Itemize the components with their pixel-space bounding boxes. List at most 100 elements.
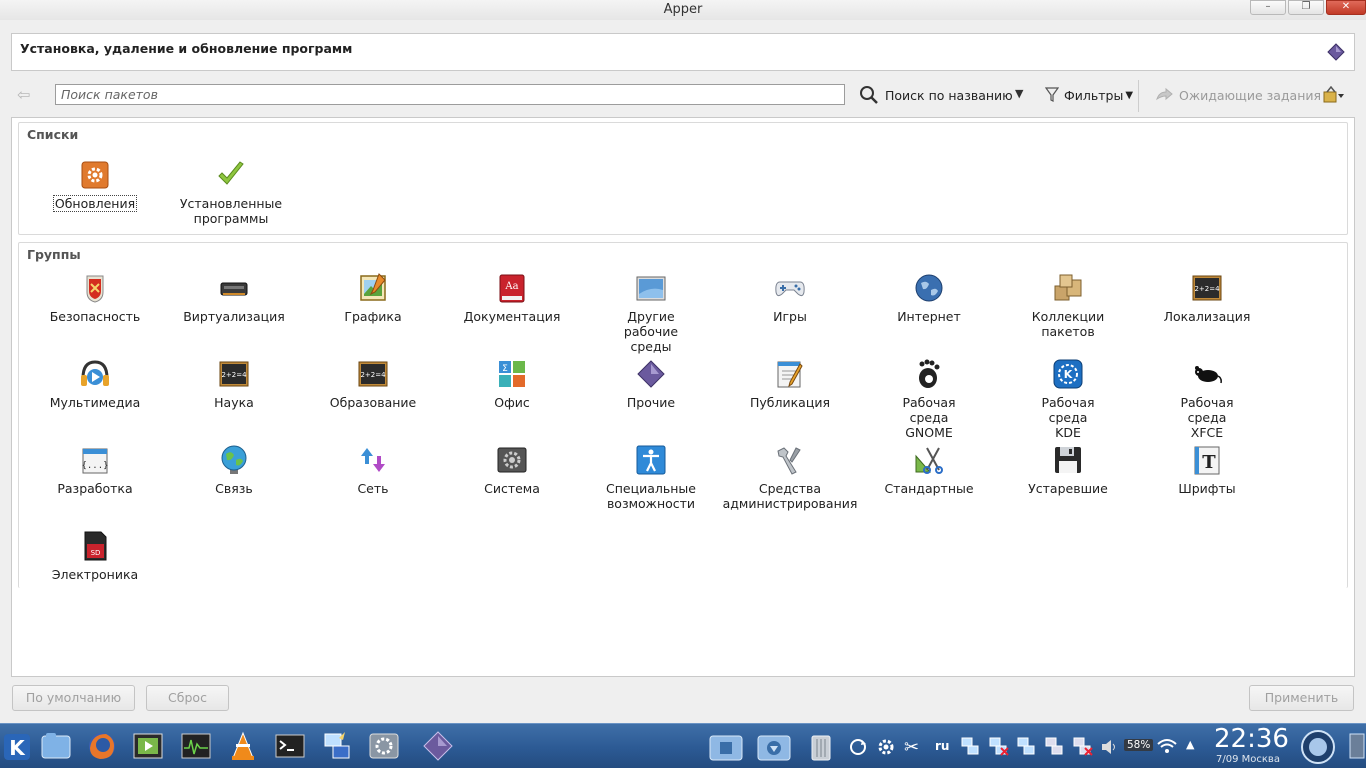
group-item[interactable]: Сеть <box>303 444 443 496</box>
localization-board-icon: 2+2=4 <box>1191 272 1223 304</box>
network-settings-icon[interactable] <box>321 730 353 762</box>
video-player-icon[interactable] <box>132 730 164 762</box>
group-item[interactable]: Рабочая среда GNOME <box>859 358 999 440</box>
apper-icon[interactable] <box>422 730 454 762</box>
group-item[interactable]: Игры <box>720 272 860 324</box>
graphics-icon <box>357 272 389 304</box>
search-by-name-button[interactable]: Поиск по названию <box>859 84 1013 106</box>
group-item[interactable]: Графика <box>303 272 443 324</box>
page-title: Установка, удаление и обновление програм… <box>20 41 353 56</box>
search-mode-dropdown-icon[interactable]: ▼ <box>1015 87 1023 100</box>
network-disconnected-icon-2[interactable] <box>1072 736 1094 756</box>
vlc-icon[interactable] <box>227 730 259 762</box>
group-item-label: Сеть <box>357 481 389 496</box>
network-connected-icon[interactable] <box>960 736 980 756</box>
search-input[interactable] <box>55 84 845 105</box>
group-item-label: Публикация <box>750 395 830 410</box>
back-arrow-icon[interactable]: ⇦ <box>17 86 37 104</box>
group-item[interactable]: Другие рабочие среды <box>581 272 721 354</box>
network-disconnected-icon[interactable] <box>988 736 1010 756</box>
group-item[interactable]: Прочие <box>581 358 721 410</box>
folder-downloads-icon[interactable] <box>756 730 792 762</box>
group-item[interactable]: Система <box>442 444 582 496</box>
group-item[interactable]: Σ Офис <box>442 358 582 410</box>
keyboard-layout-indicator[interactable]: ru <box>935 739 949 753</box>
group-item[interactable]: Средства администрирования <box>720 444 860 511</box>
filters-button-label: Фильтры <box>1064 87 1124 103</box>
scissors-icon[interactable]: ✂ <box>904 737 924 758</box>
group-item-label: Графика <box>344 309 402 324</box>
maximize-button[interactable]: ❐ <box>1288 0 1324 15</box>
lists-section-title: Списки <box>27 127 79 142</box>
firefox-icon[interactable] <box>86 730 118 762</box>
window-titlebar[interactable]: Apper – ❐ ✕ <box>0 0 1366 20</box>
group-item[interactable]: Интернет <box>859 272 999 324</box>
group-item-label: Система <box>484 481 540 496</box>
page-header: Установка, удаление и обновление програм… <box>11 33 1355 71</box>
svg-text:T: T <box>1202 452 1216 473</box>
group-item[interactable]: 2+2=4 Образование <box>303 358 443 410</box>
update-notifier-icon[interactable] <box>848 737 868 757</box>
svg-text:{...}: {...} <box>81 461 108 471</box>
apply-button[interactable]: Применить <box>1249 685 1354 711</box>
group-item[interactable]: Устаревшие <box>998 444 1138 496</box>
trash-icon[interactable] <box>806 730 836 762</box>
battery-indicator[interactable]: 58% <box>1124 739 1154 751</box>
svg-text:2+2=4: 2+2=4 <box>360 371 386 379</box>
admin-tools-icon <box>774 444 806 476</box>
group-item[interactable]: Безопасность <box>25 272 165 324</box>
network-connected-icon-2[interactable] <box>1016 736 1036 756</box>
pending-jobs-label: Ожидающие задания <box>1179 87 1322 103</box>
group-item[interactable]: 2+2=4 Наука <box>164 358 304 410</box>
close-button[interactable]: ✕ <box>1326 0 1366 15</box>
group-item-label: Игры <box>773 309 807 324</box>
window-title: Apper <box>663 2 703 17</box>
group-item[interactable]: T Шрифты <box>1137 444 1277 496</box>
chevron-down-icon: ▼ <box>1125 89 1134 101</box>
group-item[interactable]: Коллекции пакетов <box>998 272 1138 339</box>
gamepad-icon <box>774 272 806 304</box>
wifi-icon[interactable] <box>1156 736 1178 756</box>
system-settings-icon[interactable] <box>368 730 400 762</box>
volume-icon[interactable] <box>1100 737 1120 757</box>
group-item[interactable]: Мультимедиа <box>25 358 165 410</box>
reset-button[interactable]: Сброс <box>146 685 229 711</box>
xfce-mouse-icon <box>1191 358 1223 390</box>
group-item[interactable]: {...} Разработка <box>25 444 165 496</box>
list-item-label: Обновления <box>52 195 138 212</box>
group-item[interactable]: SD Электроника <box>25 530 165 582</box>
toolbar-separator <box>1138 80 1139 112</box>
group-item[interactable]: Рабочая среда XFCE <box>1137 358 1277 440</box>
clock-time[interactable]: 22:36 <box>1214 724 1289 754</box>
minimize-button[interactable]: – <box>1250 0 1286 15</box>
show-desktop-icon[interactable] <box>1346 730 1366 762</box>
group-item[interactable]: K Рабочая среда KDE <box>998 358 1138 440</box>
group-item[interactable]: Специальные возможности <box>581 444 721 511</box>
tray-expand-icon[interactable]: ▲ <box>1186 738 1194 751</box>
settings-menu-icon[interactable] <box>1323 85 1345 104</box>
forward-arrow-icon <box>1156 87 1173 101</box>
installed-check-icon <box>215 159 247 191</box>
system-monitor-icon[interactable] <box>180 730 212 762</box>
groups-section-title: Группы <box>27 247 81 262</box>
folder-documents-icon[interactable] <box>708 730 744 762</box>
fonts-icon: T <box>1191 444 1223 476</box>
list-item-updates[interactable]: Обновления <box>25 159 165 212</box>
group-item[interactable]: Стандартные <box>859 444 999 496</box>
activities-icon[interactable] <box>1300 729 1336 765</box>
group-item[interactable]: Публикация <box>720 358 860 410</box>
group-item[interactable]: 2+2=4 Локализация <box>1137 272 1277 324</box>
defaults-button[interactable]: По умолчанию <box>12 685 135 711</box>
pending-jobs-button[interactable]: Ожидающие задания <box>1155 84 1321 106</box>
group-item[interactable]: Виртуализация <box>164 272 304 324</box>
gear-icon[interactable] <box>876 737 896 757</box>
network-idle-icon[interactable] <box>1044 736 1064 756</box>
group-item[interactable]: Aa Документация <box>442 272 582 324</box>
list-item-installed[interactable]: Установленные программы <box>161 159 301 226</box>
group-item-label: Виртуализация <box>183 309 285 324</box>
file-manager-icon[interactable] <box>40 730 72 762</box>
terminal-icon[interactable] <box>274 730 306 762</box>
group-item[interactable]: Связь <box>164 444 304 496</box>
kde-menu-icon[interactable]: K <box>2 730 34 762</box>
filters-button[interactable]: Фильтры ▼ <box>1045 84 1133 106</box>
